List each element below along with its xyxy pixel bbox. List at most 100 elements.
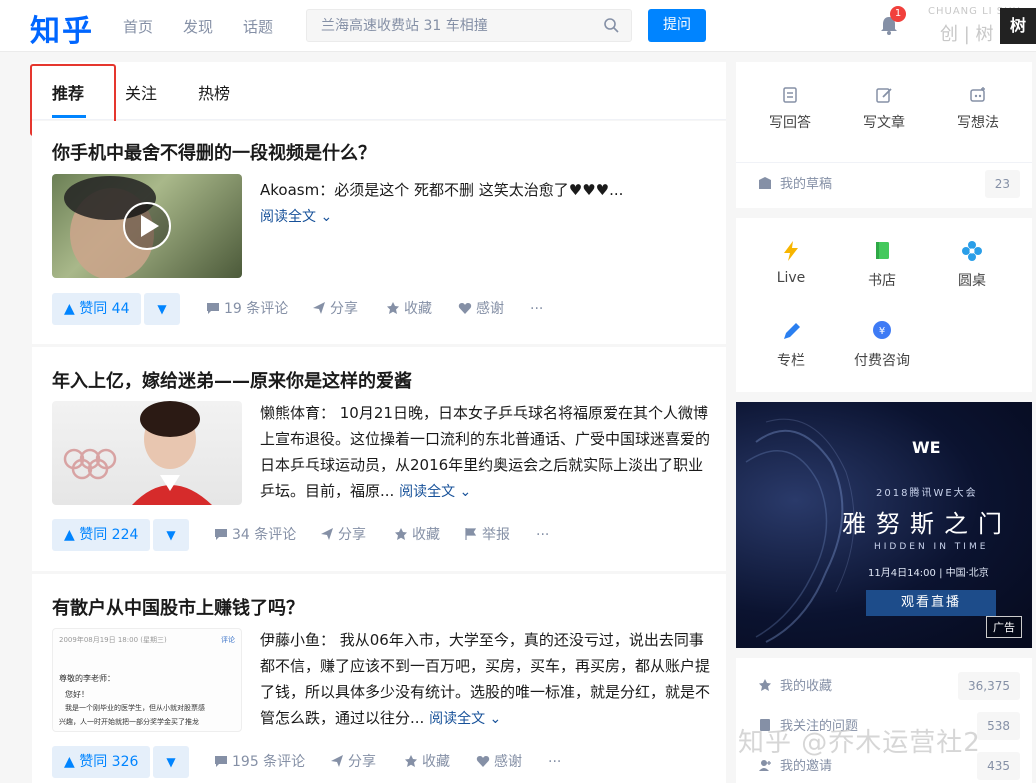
comment-button[interactable]: 195 条评论: [214, 746, 305, 778]
vote-down-button[interactable]: ▼: [153, 746, 189, 778]
more-button[interactable]: ···: [536, 519, 549, 551]
letter-thumbnail[interactable]: 2009年08月19日 18:00 (星期三) 评论 尊敬的李老师： 您好！ 我…: [52, 628, 242, 732]
read-more-link[interactable]: 阅读全文 ⌄: [399, 484, 471, 500]
chevron-down-icon: ⌄: [459, 484, 472, 500]
flag-icon: [465, 528, 477, 540]
chevron-down-icon: ⌄: [320, 209, 333, 225]
article-thumbnail[interactable]: [52, 401, 242, 505]
nav-home[interactable]: 首页: [123, 16, 153, 37]
letter-date: 2009年08月19日 18:00 (星期三): [59, 636, 167, 644]
letter-hello: 您好！: [65, 690, 89, 699]
vote-up-button[interactable]: ▲ 赞同 224: [52, 519, 151, 551]
search-icon[interactable]: [603, 17, 619, 33]
ad-label: 广告: [986, 616, 1022, 638]
write-answer-button[interactable]: 写回答: [758, 86, 822, 132]
write-idea-button[interactable]: 写想法: [946, 86, 1010, 132]
comment-button[interactable]: 19 条评论: [206, 293, 288, 325]
comment-icon: [207, 303, 219, 314]
nav-topics[interactable]: 话题: [243, 16, 273, 37]
nav-discover[interactable]: 发现: [183, 16, 213, 37]
write-panel: 写回答 写文章 写想法 我的草稿 23: [736, 62, 1032, 208]
tab-hot[interactable]: 热榜: [198, 80, 230, 104]
video-thumbnail[interactable]: [52, 174, 242, 278]
letter-body-2: 兴趣，人一时开始就把一部分奖学金买了推龙: [59, 718, 199, 726]
column-link[interactable]: 专栏: [758, 320, 824, 370]
share-icon: [321, 528, 333, 540]
thanks-button[interactable]: 感谢: [476, 746, 522, 778]
favorite-button[interactable]: 收藏: [386, 293, 432, 325]
feed-card: 你手机中最舍不得删的一段视频是什么？ Akoasm：必须是这个 死都不删 这笑太…: [32, 121, 726, 344]
roundtable-link[interactable]: 圆桌: [940, 240, 1004, 290]
share-button[interactable]: 分享: [330, 746, 376, 778]
invitations-count: 435: [977, 752, 1020, 780]
write-article-button[interactable]: 写文章: [852, 86, 916, 132]
live-link[interactable]: Live: [758, 240, 824, 286]
ask-button[interactable]: 提问: [648, 9, 706, 42]
share-icon: [313, 302, 325, 314]
vote-up-button[interactable]: ▲ 赞同 44: [52, 293, 142, 325]
card-excerpt[interactable]: 懒熊体育： 10月21日晚，日本女子乒乓球名将福原爱在其个人微博上宣布退役。这位…: [260, 400, 710, 505]
live-icon: [784, 241, 798, 261]
features-panel: Live 书店 圆桌 专栏 ¥ 付费咨询: [736, 218, 1032, 392]
comment-button[interactable]: 34 条评论: [214, 519, 296, 551]
report-button[interactable]: 举报: [464, 519, 510, 551]
play-icon[interactable]: [52, 174, 242, 278]
vote-down-button[interactable]: ▼: [144, 293, 180, 325]
star-icon: [395, 528, 407, 540]
watch-live-button[interactable]: 观看直播: [866, 590, 996, 616]
bookstore-icon: [876, 242, 889, 259]
tab-following[interactable]: 关注: [125, 80, 157, 104]
more-button[interactable]: ···: [548, 746, 561, 778]
tab-active-indicator: [52, 115, 86, 118]
consult-icon: ¥: [873, 321, 891, 339]
star-icon: [387, 302, 399, 314]
article-icon: [876, 88, 892, 103]
share-button[interactable]: 分享: [312, 293, 358, 325]
comment-icon: [215, 529, 227, 540]
idea-icon: [970, 87, 985, 102]
feed-tabs: 推荐 关注 热榜: [30, 62, 726, 136]
bookstore-link[interactable]: 书店: [850, 240, 914, 290]
drafts-link[interactable]: 我的草稿 23: [758, 170, 1020, 200]
brand-watermark: 创 | 树: [940, 24, 994, 45]
feed-card: 有散户从中国股市上赚钱了吗？ 2009年08月19日 18:00 (星期三) 评…: [32, 574, 726, 783]
ad-subtitle: 2018腾讯WE大会: [876, 488, 978, 499]
card-excerpt[interactable]: Akoasm：必须是这个 死都不删 这笑太治愈了♥♥♥... 阅读全文 ⌄: [260, 177, 710, 230]
letter-comment-link: 评论: [221, 636, 235, 644]
tab-recommend[interactable]: 推荐: [52, 80, 84, 104]
column-icon: [784, 323, 800, 339]
search-input[interactable]: [307, 10, 587, 41]
more-button[interactable]: ···: [530, 293, 543, 325]
card-title[interactable]: 年入上亿，嫁给迷弟——原来你是这样的爱酱: [52, 367, 412, 393]
feed-card: 年入上亿，嫁给迷弟——原来你是这样的爱酱 懒熊体育： 10月21日晚，日本女子乒…: [32, 347, 726, 571]
divider: [736, 162, 1032, 163]
drafts-count: 23: [984, 170, 1020, 198]
card-title[interactable]: 有散户从中国股市上赚钱了吗？: [52, 594, 304, 620]
my-favorites-link[interactable]: 我的收藏 36,375: [758, 672, 1020, 702]
thanks-button[interactable]: 感谢: [458, 293, 504, 325]
card-title[interactable]: 你手机中最舍不得删的一段视频是什么？: [52, 139, 376, 165]
search-box: [306, 9, 632, 42]
favorites-count: 36,375: [958, 672, 1020, 700]
read-more-link[interactable]: 阅读全文 ⌄: [260, 209, 332, 225]
notification-badge: 1: [890, 6, 906, 22]
comment-icon: [215, 756, 227, 767]
read-more-link[interactable]: 阅读全文 ⌄: [429, 711, 501, 727]
footer-watermark: 知乎 @乔木运营社2: [738, 728, 981, 758]
zhihu-logo[interactable]: 知乎: [30, 6, 94, 50]
share-icon: [331, 755, 343, 767]
card-excerpt[interactable]: 伊藤小鱼： 我从06年入市，大学至今，真的还没亏过，说出去同事都不信，赚了应该不…: [260, 627, 710, 732]
vote-down-button[interactable]: ▼: [153, 519, 189, 551]
share-button[interactable]: 分享: [320, 519, 366, 551]
avatar[interactable]: 树: [1000, 8, 1036, 44]
favorite-button[interactable]: 收藏: [394, 519, 440, 551]
favorite-button[interactable]: 收藏: [404, 746, 450, 778]
personal-links-panel: 我的收藏 36,375 我关注的问题 538 我的邀请 435: [736, 658, 1032, 783]
consult-link[interactable]: ¥ 付费咨询: [846, 320, 918, 370]
ad-banner[interactable]: WE 2018腾讯WE大会 雅努斯之门 HIDDEN IN TIME 11月4日…: [736, 402, 1032, 648]
card-actions: ▲ 赞同 224 ▼ 34 条评论 分享 收藏 举报 ···: [52, 519, 712, 551]
vote-up-button[interactable]: ▲ 赞同 326: [52, 746, 151, 778]
answer-icon: [783, 87, 797, 103]
ad-tagline: HIDDEN IN TIME: [874, 542, 989, 552]
star-icon: [405, 755, 417, 767]
